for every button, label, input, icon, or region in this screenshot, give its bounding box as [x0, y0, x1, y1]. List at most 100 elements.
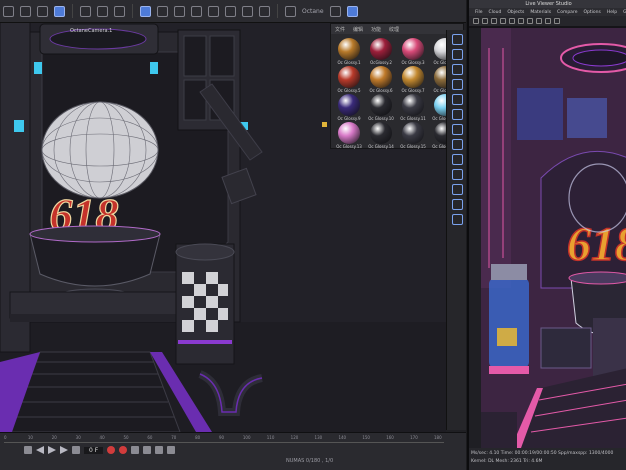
- model-mode-icon[interactable]: [451, 34, 463, 45]
- polygons-mode-icon[interactable]: [451, 124, 463, 135]
- move-tool-icon[interactable]: [3, 5, 14, 17]
- keyframe-selection-button[interactable]: [131, 446, 140, 454]
- render-region-icon[interactable]: [80, 5, 91, 17]
- pause-icon[interactable]: [491, 18, 497, 24]
- timeline-tick-label: 150: [362, 435, 370, 440]
- play-button[interactable]: [48, 446, 56, 454]
- clay-mode-icon[interactable]: [545, 18, 551, 24]
- toolbar-divider: [132, 4, 133, 18]
- timeline: 0 10 20 30 40 50 60 70 80 90 100 110 120 130 140 150 160…: [0, 432, 466, 470]
- material-manager: 文件 编辑 功能 纹理 Oc Glossy.1 OcGlossy.2 Oc Glos…: [330, 23, 464, 149]
- lock-icon[interactable]: [500, 18, 506, 24]
- render-settings-icon[interactable]: [114, 5, 125, 17]
- rotate-tool-icon[interactable]: [20, 5, 31, 17]
- live-viewer-menu-item[interactable]: File: [475, 10, 483, 15]
- material-swatch[interactable]: [370, 122, 392, 144]
- region-icon[interactable]: [509, 18, 515, 24]
- material-name: Oc Glossy.9: [337, 116, 361, 121]
- timeline-ruler[interactable]: 0 10 20 30 40 50 60 70 80 90 100 110 120 130 140 150 160…: [4, 435, 444, 443]
- live-viewer-menu-item[interactable]: Help: [607, 10, 617, 15]
- material-swatch[interactable]: [370, 38, 392, 60]
- snap-icon[interactable]: [451, 154, 463, 165]
- material-swatch[interactable]: [402, 38, 424, 60]
- settings-icon[interactable]: [554, 18, 560, 24]
- live-viewer-status: Ms/sec: 4.10 Time: 00:00:19/00:00:50 Spp…: [469, 448, 626, 470]
- material-name: Oc Glossy.13: [336, 144, 362, 149]
- material-name: Oc Glossy.14: [368, 144, 394, 149]
- timeline-tick-label: 100: [242, 435, 251, 440]
- material-swatch[interactable]: [370, 66, 392, 88]
- material-name: Oc Glossy.5: [337, 88, 361, 93]
- material-menu-function[interactable]: 功能: [371, 26, 381, 33]
- live-viewer-menu: File Cloud Objects Materials Compare Options H…: [469, 8, 626, 16]
- edges-mode-icon[interactable]: [451, 109, 463, 120]
- material-name: Oc Glossy.1: [337, 60, 361, 65]
- object-mode-icon[interactable]: [451, 49, 463, 60]
- live-viewer-toolbar: [469, 16, 626, 26]
- live-viewer-menu-item[interactable]: Cloud: [489, 10, 502, 15]
- refresh-icon[interactable]: [473, 18, 479, 24]
- rotation-key-button[interactable]: [167, 446, 176, 454]
- render-view-icon[interactable]: [97, 5, 108, 17]
- live-viewer-menu-item[interactable]: Compare: [557, 10, 577, 15]
- cube-icon[interactable]: [140, 5, 151, 17]
- octane-live-icon[interactable]: [285, 5, 296, 17]
- go-to-end-button[interactable]: [72, 446, 80, 454]
- rendered-image[interactable]: 618: [481, 28, 626, 448]
- sculpt-icon[interactable]: [451, 214, 463, 225]
- subdivision-icon[interactable]: [174, 5, 185, 17]
- step-forward-button[interactable]: [60, 446, 68, 454]
- brush-icon[interactable]: [451, 199, 463, 210]
- live-viewer-menu-item[interactable]: Options: [583, 10, 600, 15]
- timeline-tick-label: 160: [386, 435, 394, 440]
- pick-material-icon[interactable]: [527, 18, 533, 24]
- material-swatch[interactable]: [402, 94, 424, 116]
- autokey-button[interactable]: [119, 446, 128, 454]
- material-menu-file[interactable]: 文件: [335, 26, 345, 33]
- scale-key-button[interactable]: [155, 446, 164, 454]
- position-key-button[interactable]: [143, 446, 152, 454]
- uv-mode-icon[interactable]: [451, 139, 463, 150]
- current-frame-field[interactable]: 0 F: [84, 446, 104, 454]
- material-menu-edit[interactable]: 编辑: [353, 26, 363, 33]
- material-swatch[interactable]: [338, 94, 360, 116]
- material-swatch[interactable]: [338, 66, 360, 88]
- step-back-button[interactable]: [36, 446, 44, 454]
- timeline-tick-label: 30: [75, 435, 81, 440]
- go-to-start-button[interactable]: [24, 446, 32, 454]
- light-icon[interactable]: [259, 5, 270, 17]
- points-mode-icon[interactable]: [451, 94, 463, 105]
- floor-icon[interactable]: [225, 5, 236, 17]
- texture-mode-icon[interactable]: [451, 64, 463, 75]
- record-key-button[interactable]: [107, 446, 116, 454]
- select-tool-icon[interactable]: [54, 5, 65, 17]
- material-swatch[interactable]: [402, 122, 424, 144]
- material-swatch[interactable]: [370, 94, 392, 116]
- grid-icon[interactable]: [329, 5, 341, 17]
- timeline-tick-label: 80: [195, 435, 201, 440]
- array-icon[interactable]: [191, 5, 202, 17]
- main-viewport[interactable]: 618 Octane OctaneCamera.1 文件 编辑 功能 纹理 Oc…: [0, 0, 466, 470]
- pen-icon[interactable]: [157, 5, 168, 17]
- octane-menu[interactable]: Octane: [302, 8, 324, 15]
- material-menu-texture[interactable]: 纹理: [389, 26, 399, 33]
- live-viewer-menu-item[interactable]: Objects: [507, 10, 524, 15]
- axis-lock-icon[interactable]: [451, 184, 463, 195]
- render-stats-line1: Ms/sec: 4.10 Time: 00:00:19/00:00:50 Spp…: [471, 451, 614, 456]
- timeline-tick-label: 60: [147, 435, 153, 440]
- material-swatch[interactable]: [338, 38, 360, 60]
- layout-icon[interactable]: [346, 5, 358, 17]
- viewport-toolbar: Octane: [0, 0, 466, 23]
- pick-focus-icon[interactable]: [518, 18, 524, 24]
- material-name: Oc Glossy.11: [400, 116, 426, 121]
- workplane-icon[interactable]: [451, 169, 463, 180]
- zoom-icon[interactable]: [536, 18, 542, 24]
- deformer-icon[interactable]: [208, 5, 219, 17]
- camera-icon[interactable]: [242, 5, 253, 17]
- stop-icon[interactable]: [482, 18, 488, 24]
- live-viewer-menu-item[interactable]: Materials: [530, 10, 551, 15]
- scale-tool-icon[interactable]: [37, 5, 48, 17]
- material-swatch[interactable]: [338, 122, 360, 144]
- material-swatch[interactable]: [402, 66, 424, 88]
- text-tool-icon[interactable]: [451, 79, 463, 90]
